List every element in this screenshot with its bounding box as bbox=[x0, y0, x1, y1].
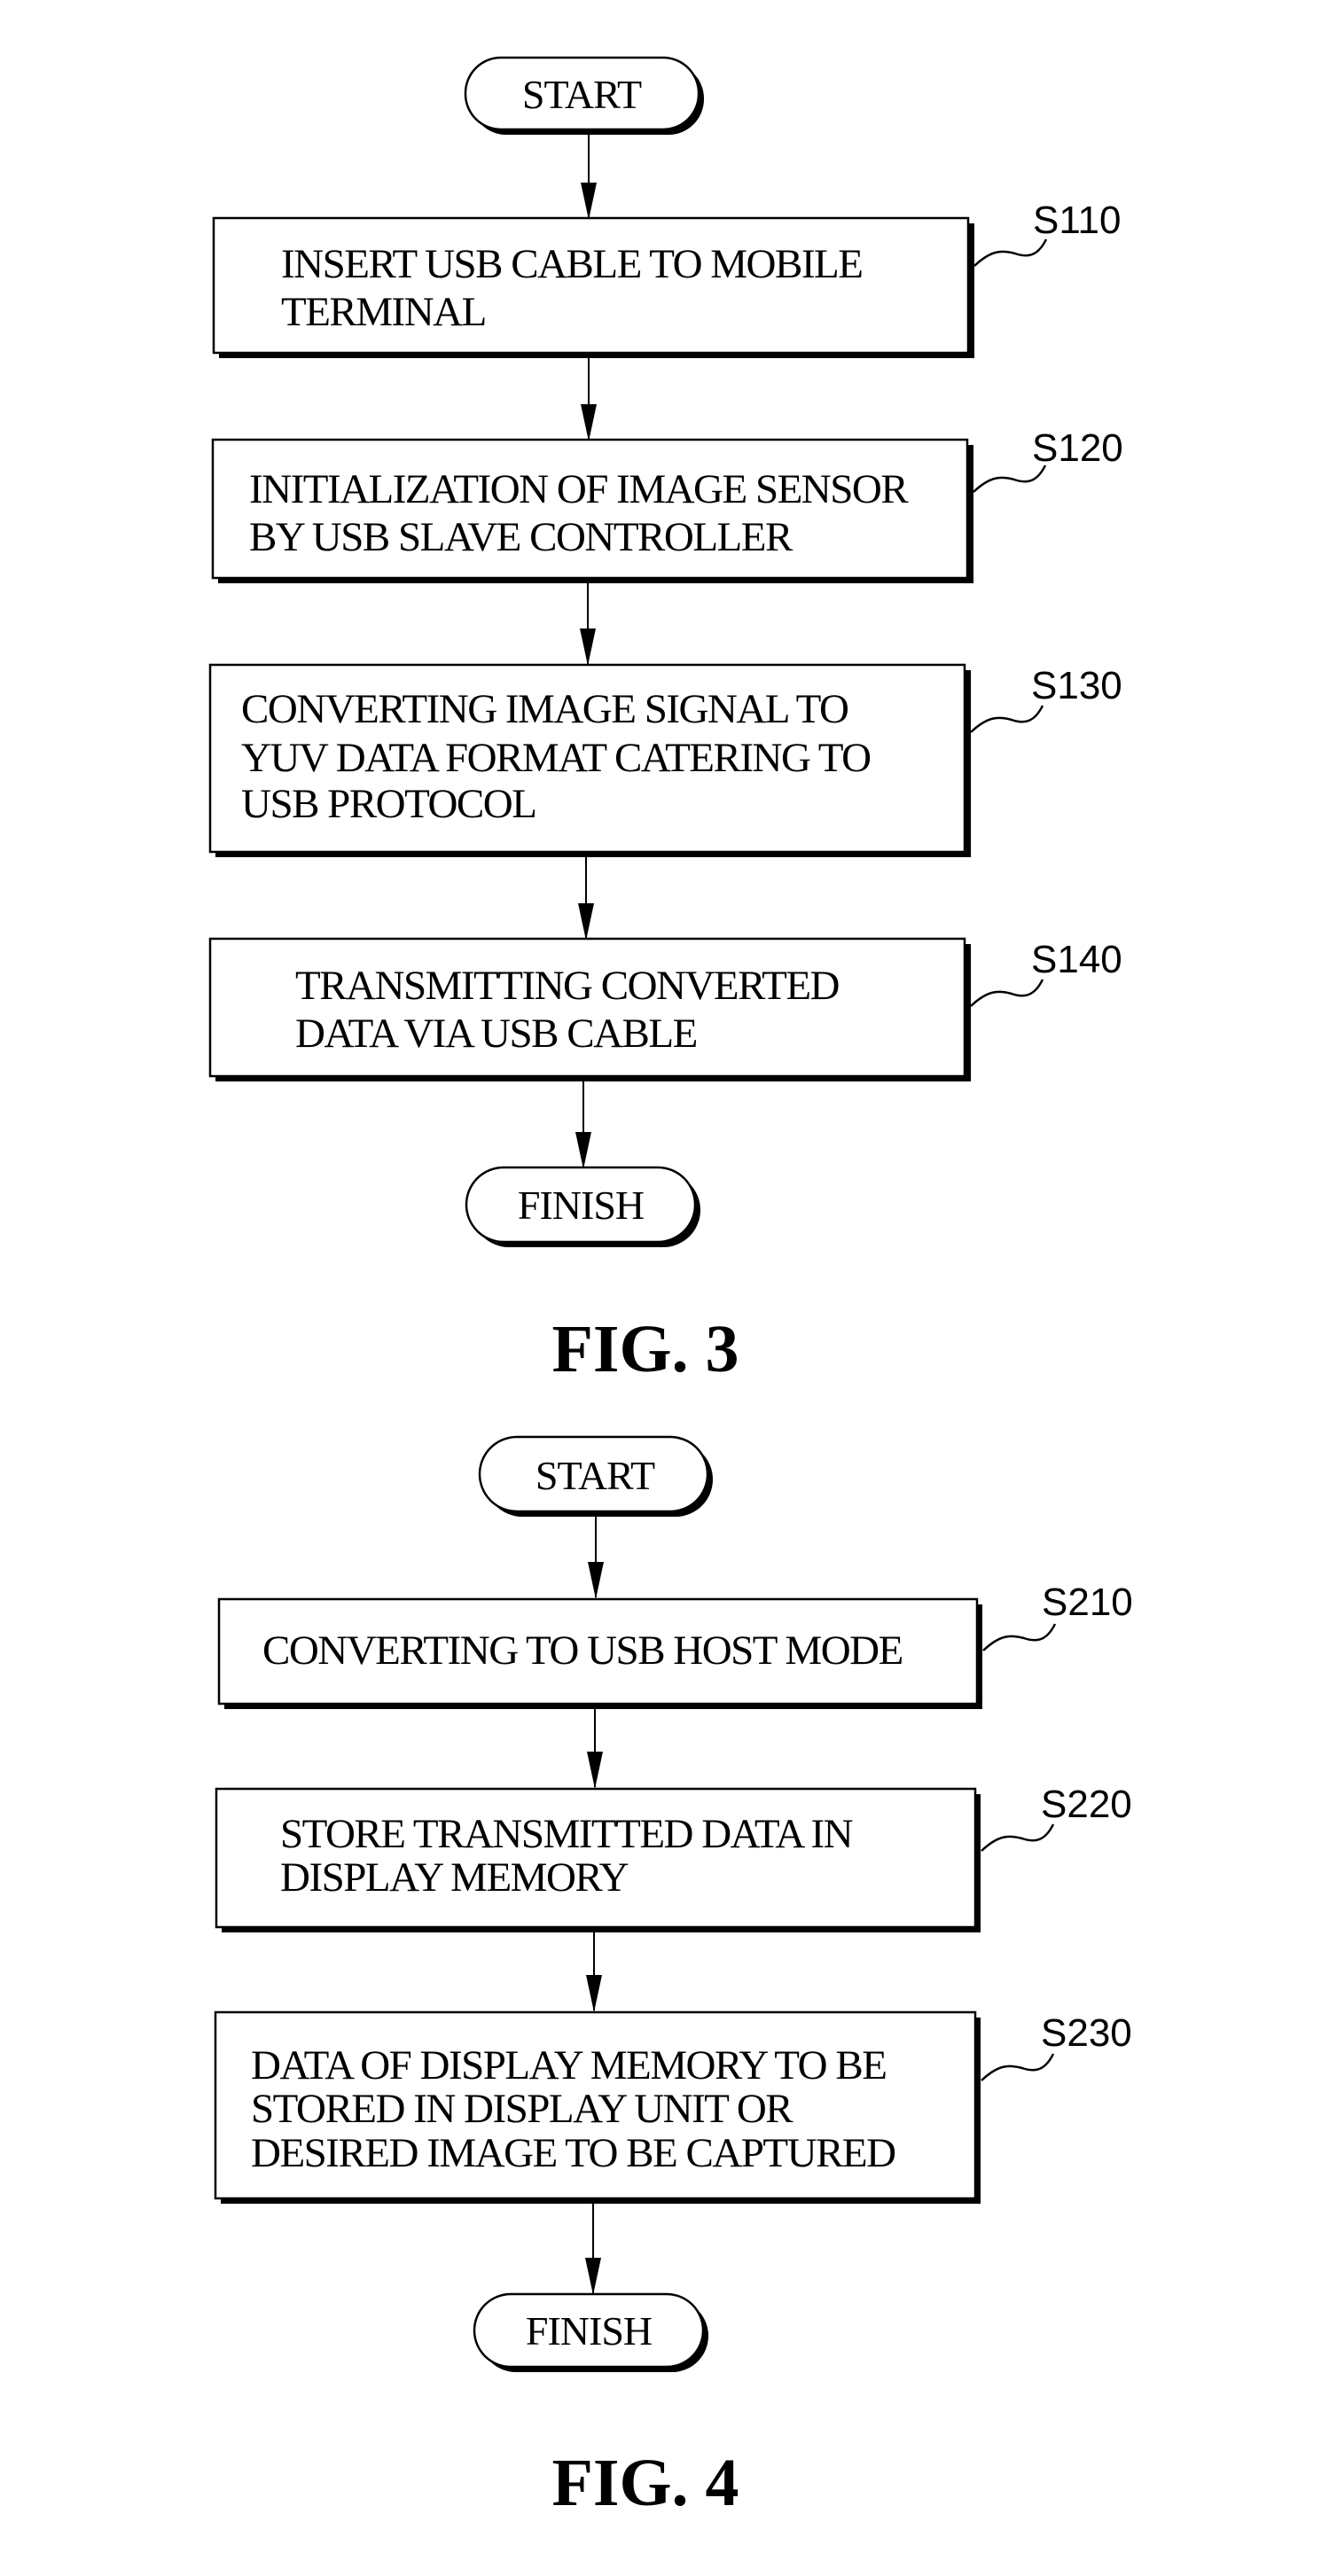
fig4-arrow-start-s210 bbox=[588, 1513, 604, 1599]
s130-line-2: YUV DATA FORMAT CATERING TO bbox=[241, 735, 871, 781]
fig3-finish-label: FINISH bbox=[518, 1183, 644, 1228]
s210-ref-label: S210 bbox=[1042, 1581, 1133, 1624]
fig4-arrow-s220-s230 bbox=[586, 1932, 602, 2012]
fig4-finish-terminal: FINISH bbox=[473, 2292, 708, 2372]
fig4-start-terminal: START bbox=[478, 1435, 713, 1517]
fig3-finish-terminal: FINISH bbox=[465, 1166, 700, 1247]
s220-ref-label: S220 bbox=[1041, 1783, 1132, 1826]
s110-ref-label: S110 bbox=[1033, 199, 1122, 242]
s230-line-3: DESIRED IMAGE TO BE CAPTURED bbox=[251, 2130, 895, 2176]
fig3-step-s130: CONVERTING IMAGE SIGNAL TO YUV DATA FORM… bbox=[208, 663, 1122, 857]
s210-leader-line bbox=[982, 1623, 1057, 1651]
fig4-start-label: START bbox=[536, 1453, 655, 1498]
s220-line-1: STORE TRANSMITTED DATA IN bbox=[280, 1811, 853, 1857]
s130-leader-line bbox=[970, 705, 1044, 733]
s110-line-2: TERMINAL bbox=[281, 289, 486, 335]
figure-3: START INSERT USB CABLE TO MOBILE TERMINA… bbox=[208, 56, 1123, 1386]
s120-line-1: INITIALIZATION OF IMAGE SENSOR bbox=[249, 466, 909, 512]
fig3-arrow-s110-s120 bbox=[581, 358, 597, 441]
fig3-caption: FIG. 3 bbox=[551, 1312, 739, 1386]
fig3-start-label: START bbox=[522, 72, 642, 117]
s230-leader-line bbox=[981, 2053, 1055, 2081]
s220-leader-line bbox=[981, 1823, 1055, 1852]
s140-line-1: TRANSMITTING CONVERTED bbox=[295, 963, 840, 1009]
fig3-arrow-s140-finish bbox=[575, 1081, 591, 1169]
s230-ref-label: S230 bbox=[1041, 2011, 1132, 2055]
s230-line-2: STORED IN DISPLAY UNIT OR bbox=[251, 2086, 793, 2132]
s120-ref-label: S120 bbox=[1032, 426, 1123, 470]
fig4-arrow-s230-finish bbox=[585, 2204, 601, 2295]
s120-line-2: BY USB SLAVE CONTROLLER bbox=[249, 514, 793, 560]
s140-line-2: DATA VIA USB CABLE bbox=[295, 1011, 697, 1057]
fig3-step-s110: INSERT USB CABLE TO MOBILE TERMINAL S110 bbox=[212, 199, 1122, 358]
fig4-arrow-s210-s220 bbox=[587, 1709, 603, 1789]
fig3-step-s120: INITIALIZATION OF IMAGE SENSOR BY USB SL… bbox=[211, 426, 1123, 583]
fig4-step-s220: STORE TRANSMITTED DATA IN DISPLAY MEMORY… bbox=[215, 1783, 1132, 1932]
fig3-arrow-s120-s130 bbox=[580, 583, 596, 666]
fig4-step-s210: CONVERTING TO USB HOST MODE S210 bbox=[217, 1581, 1133, 1709]
fig3-arrow-s130-s140 bbox=[578, 857, 594, 941]
fig3-arrow-start-s110 bbox=[581, 131, 597, 220]
s130-ref-label: S130 bbox=[1031, 664, 1122, 707]
s110-leader-line bbox=[973, 238, 1048, 267]
flowchart-canvas: START INSERT USB CABLE TO MOBILE TERMINA… bbox=[208, 56, 1133, 2520]
s230-line-1: DATA OF DISPLAY MEMORY TO BE bbox=[251, 2042, 886, 2088]
fig4-step-s230: DATA OF DISPLAY MEMORY TO BE STORED IN D… bbox=[214, 2010, 1132, 2204]
s210-line-1: CONVERTING TO USB HOST MODE bbox=[262, 1628, 903, 1674]
s140-ref-label: S140 bbox=[1031, 938, 1122, 981]
s130-line-1: CONVERTING IMAGE SIGNAL TO bbox=[241, 686, 848, 732]
fig3-start-terminal: START bbox=[464, 56, 704, 135]
s220-line-2: DISPLAY MEMORY bbox=[280, 1854, 629, 1901]
fig4-finish-label: FINISH bbox=[526, 2308, 652, 2354]
s110-line-1: INSERT USB CABLE TO MOBILE bbox=[281, 241, 862, 287]
fig3-step-s140: TRANSMITTING CONVERTED DATA VIA USB CABL… bbox=[208, 937, 1122, 1081]
fig4-caption: FIG. 4 bbox=[551, 2446, 739, 2520]
figure-4: START CONVERTING TO USB HOST MODE S210 S… bbox=[214, 1435, 1133, 2520]
s130-line-3: USB PROTOCOL bbox=[241, 781, 536, 827]
s140-leader-line bbox=[970, 979, 1044, 1007]
